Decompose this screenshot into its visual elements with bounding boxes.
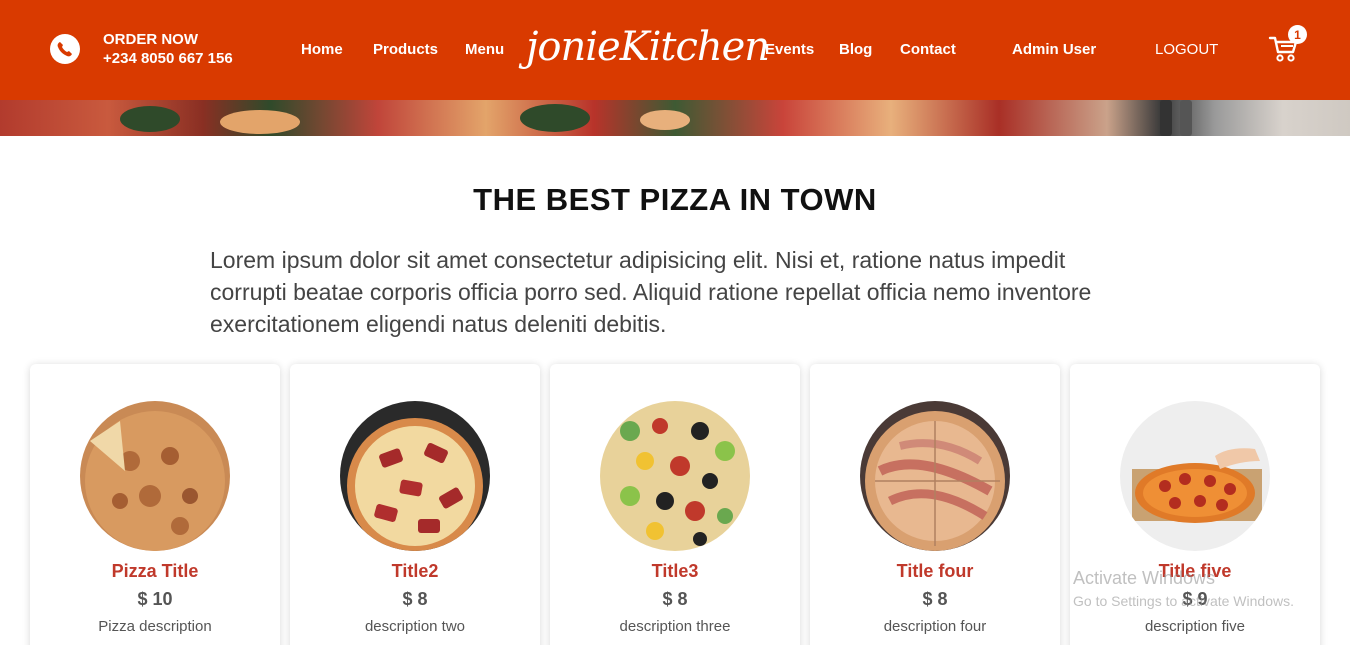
product-card[interactable]: Title four $ 8 description four: [810, 364, 1060, 645]
product-title[interactable]: Title3: [550, 561, 800, 582]
nav-blog[interactable]: Blog: [839, 41, 872, 58]
hero-banner-image: [0, 100, 1350, 136]
pizza-image: [80, 401, 230, 551]
nav-menu[interactable]: Menu: [465, 41, 504, 58]
product-description: description four: [883, 618, 987, 635]
cart-count-badge: 1: [1288, 25, 1307, 44]
nav-contact[interactable]: Contact: [900, 41, 956, 58]
product-price: $ 8: [922, 589, 948, 609]
page-title: THE BEST PIZZA IN TOWN: [473, 182, 877, 217]
product-description: description two: [364, 618, 466, 635]
nav-products[interactable]: Products: [373, 41, 438, 58]
product-title[interactable]: Title2: [290, 561, 540, 582]
intro-paragraph: Lorem ipsum dolor sit amet consectetur a…: [210, 247, 1092, 337]
top-navbar: ORDER NOW +234 8050 667 156 Home Product…: [0, 0, 1350, 100]
pizza-image: [1120, 401, 1270, 551]
pizza-image: [860, 401, 1010, 551]
brand-logo[interactable]: jonieKitchen: [526, 24, 770, 70]
activate-windows-watermark: Activate Windows: [1073, 568, 1216, 588]
product-title[interactable]: Pizza Title: [30, 561, 280, 582]
product-price: $ 8: [402, 589, 428, 609]
order-phone-number: +234 8050 667 156: [103, 50, 233, 67]
logout-button[interactable]: LOGOUT: [1155, 41, 1218, 58]
order-now-block[interactable]: ORDER NOW +234 8050 667 156: [50, 30, 233, 68]
pizza-image: [600, 401, 750, 551]
product-price: $ 10: [137, 589, 173, 609]
nav-admin-user[interactable]: Admin User: [1012, 41, 1096, 58]
product-card[interactable]: Title3 $ 8 description three: [550, 364, 800, 645]
product-card[interactable]: Title2 $ 8 description two: [290, 364, 540, 645]
product-title[interactable]: Title four: [810, 561, 1060, 582]
product-card[interactable]: Pizza Title $ 10 Pizza description: [30, 364, 280, 645]
product-description: Pizza description: [98, 618, 212, 635]
product-price: $ 8: [662, 589, 688, 609]
product-description: description three: [619, 618, 731, 635]
nav-events[interactable]: Events: [765, 41, 814, 58]
order-now-label: ORDER NOW: [103, 31, 198, 48]
phone-icon: [50, 34, 80, 64]
pizza-image: [340, 401, 490, 551]
activate-windows-hint: Go to Settings to activate Windows.: [1073, 593, 1294, 609]
nav-home[interactable]: Home: [301, 41, 343, 58]
product-description: description five: [1144, 618, 1246, 635]
